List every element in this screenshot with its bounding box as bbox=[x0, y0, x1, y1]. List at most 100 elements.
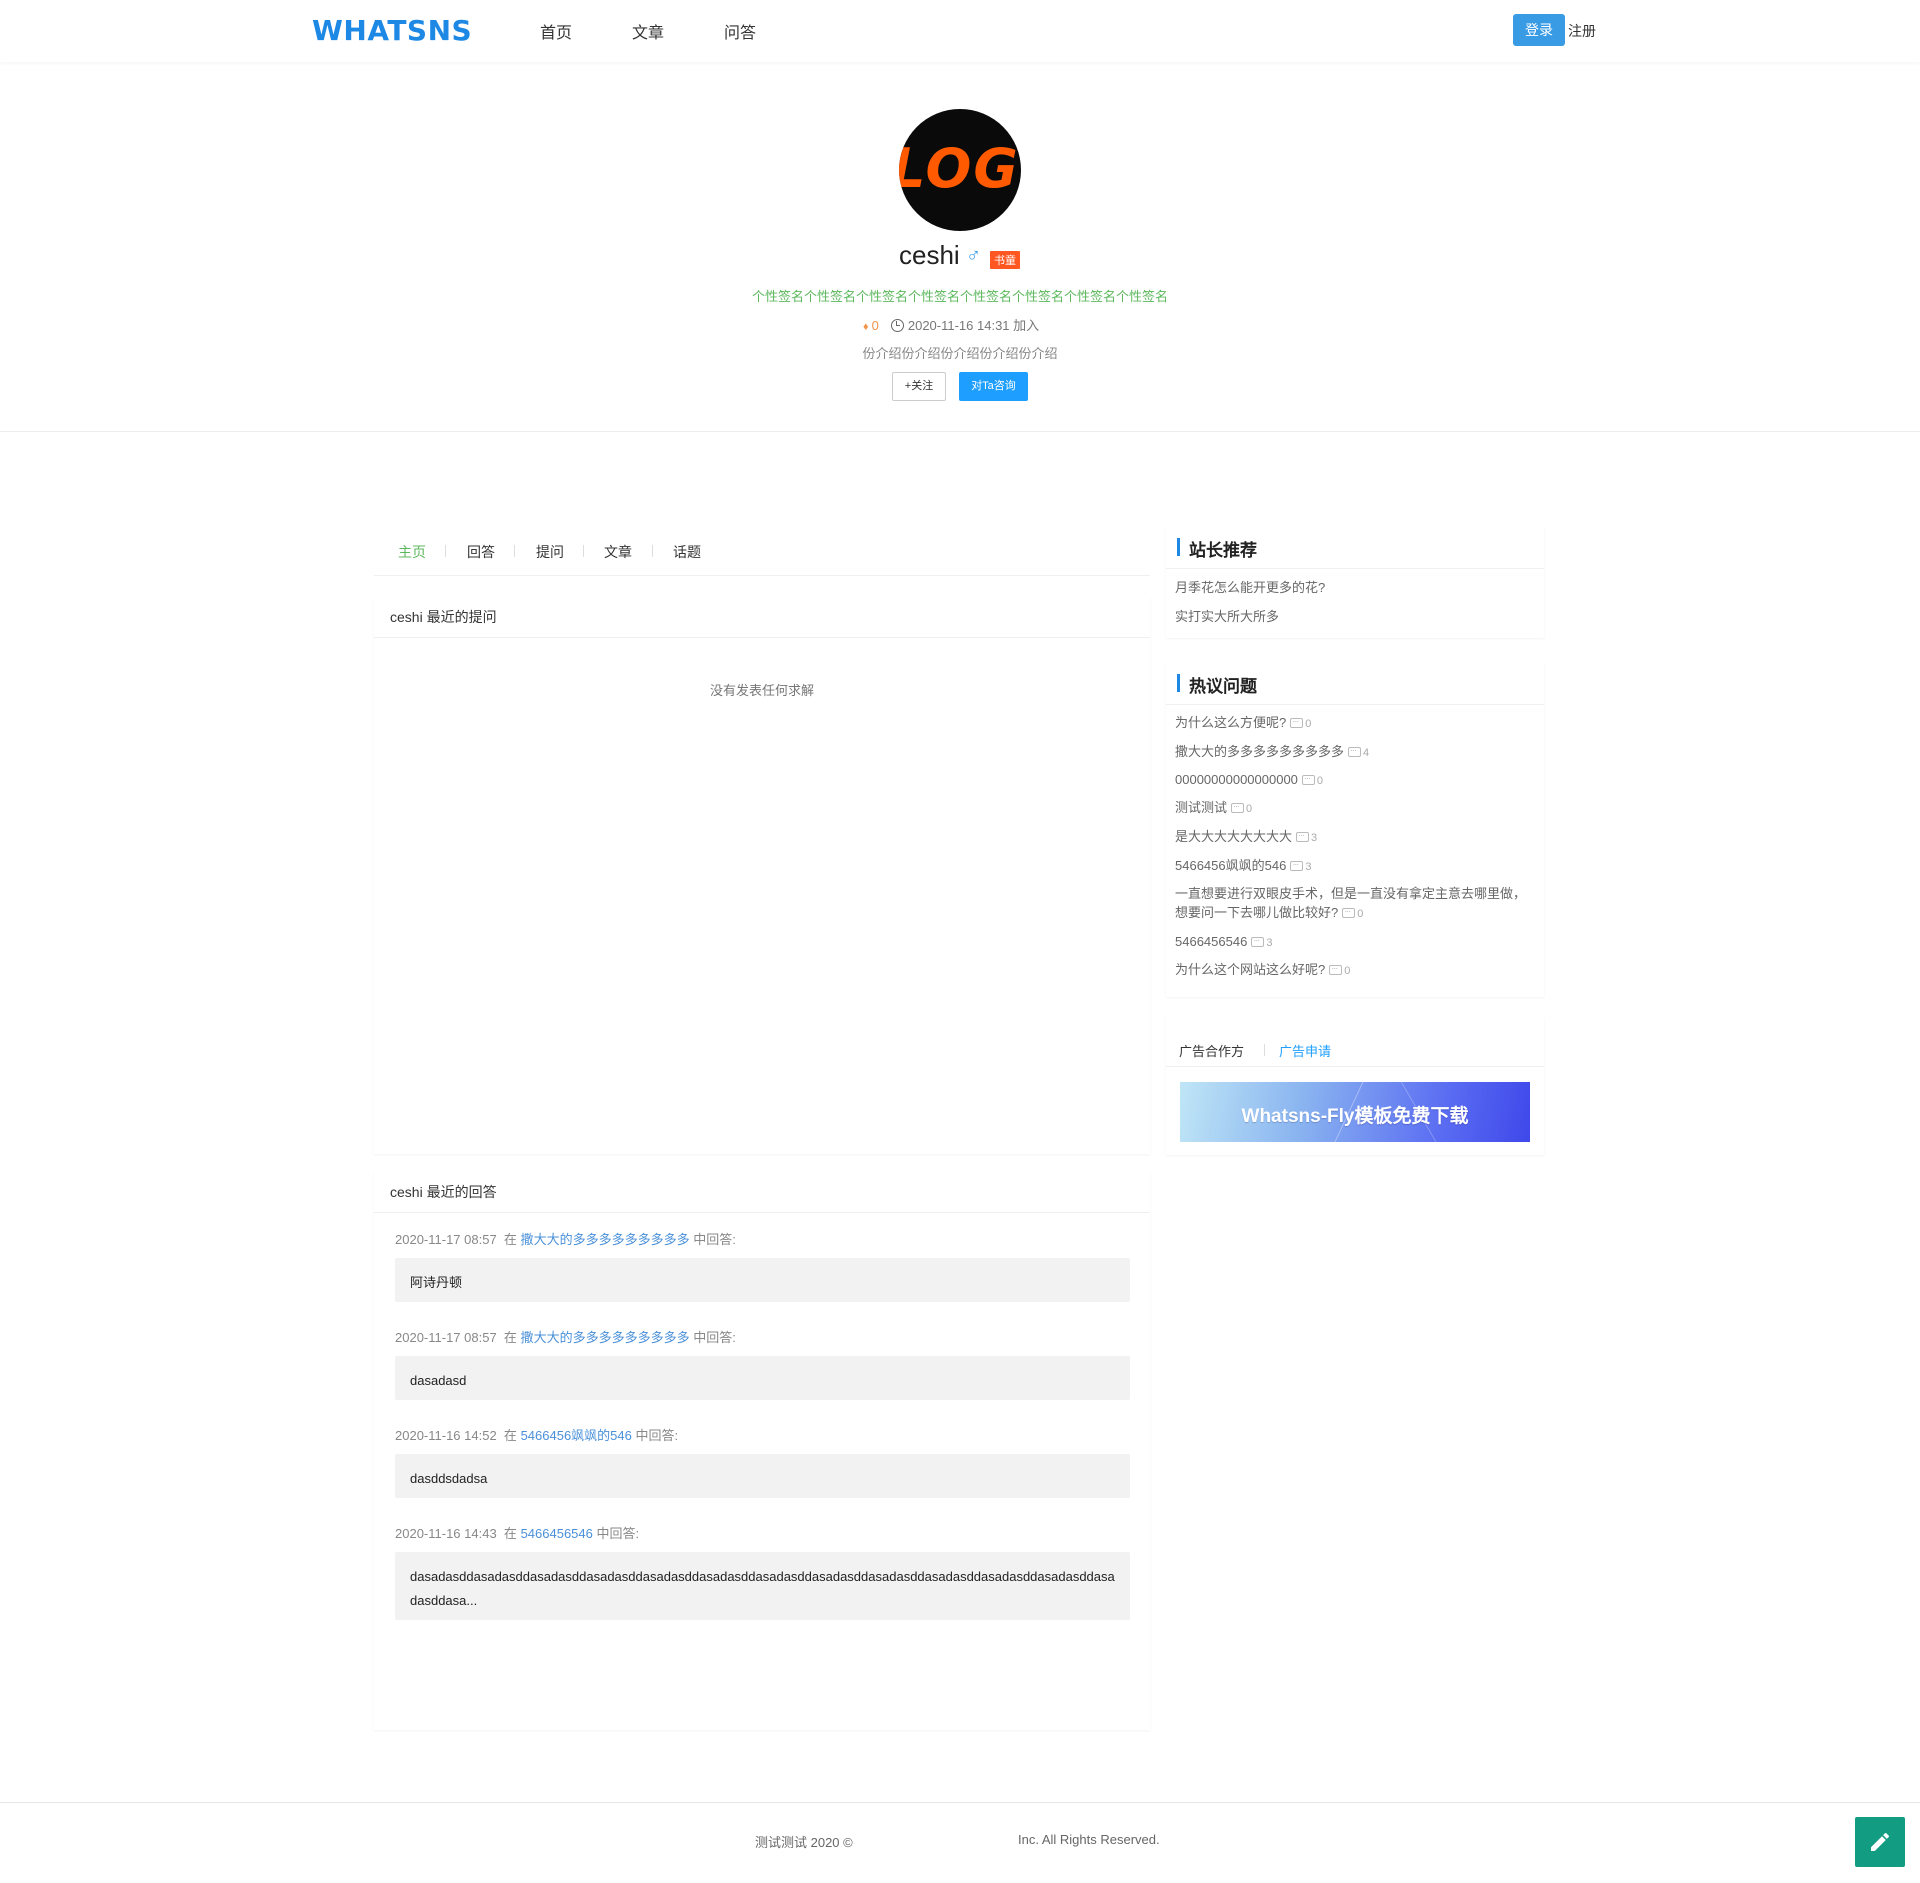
ad-apply-tab[interactable]: 广告申请 bbox=[1279, 1041, 1331, 1060]
recommend-item[interactable]: 实打实大所大所多 bbox=[1175, 606, 1279, 625]
profile-username: ceshi bbox=[899, 240, 960, 270]
answer-time: 2020-11-16 14:52 bbox=[395, 1428, 497, 1443]
widget-divider bbox=[1166, 704, 1544, 705]
profile-meta: ♦ 0 2020-11-16 14:31 加入 bbox=[863, 315, 1039, 334]
tab-answers[interactable]: 回答 bbox=[467, 542, 495, 562]
comment-icon bbox=[1231, 797, 1245, 816]
join-date: 2020-11-16 14:31 加入 bbox=[907, 318, 1040, 333]
answer-suffix: 中回答: bbox=[693, 1330, 736, 1345]
answer-time: 2020-11-17 08:57 bbox=[395, 1232, 497, 1247]
comment-icon bbox=[1348, 741, 1362, 760]
answer-content[interactable]: dasadasddasadasddasadasddasadasddasadasd… bbox=[395, 1552, 1130, 1620]
answer-content[interactable]: dasddsdadsa bbox=[395, 1454, 1130, 1498]
hot-question-title: 测试测试 bbox=[1175, 800, 1228, 815]
profile-divider bbox=[0, 431, 1920, 432]
edit-button[interactable] bbox=[1855, 1817, 1905, 1867]
avatar: LOGO bbox=[899, 109, 1021, 231]
hot-question-title: 撒大大的多多多多多多多多多 bbox=[1175, 744, 1345, 759]
gem-icon: ♦ bbox=[863, 321, 869, 333]
ad-partners-tab[interactable]: 广告合作方 bbox=[1179, 1041, 1244, 1060]
hot-question-title: 为什么这个网站这么好呢? bbox=[1175, 962, 1326, 977]
comment-count-value: 3 bbox=[1266, 937, 1273, 949]
recommend-item[interactable]: 月季花怎么能开更多的花? bbox=[1175, 577, 1325, 596]
comment-count: 0 bbox=[1290, 712, 1312, 731]
answer-question-link[interactable]: 5466456飒飒的546 bbox=[521, 1428, 632, 1443]
hot-question-item[interactable]: 是大大大大大大大大 3 bbox=[1175, 826, 1535, 848]
tab-separator bbox=[652, 545, 653, 557]
tab-topics[interactable]: 话题 bbox=[673, 542, 701, 562]
answer-content[interactable]: dasadasd bbox=[395, 1356, 1130, 1400]
comment-icon bbox=[1251, 931, 1265, 950]
comment-count-value: 0 bbox=[1305, 718, 1312, 730]
answer-meta: 2020-11-17 08:57 在 撒大大的多多多多多多多多多 中回答: bbox=[395, 1229, 736, 1248]
hot-question-item[interactable]: 000000000000000000 bbox=[1175, 769, 1535, 791]
footer-rights: Inc. All Rights Reserved. bbox=[1018, 1832, 1160, 1847]
hot-question-title: 00000000000000000 bbox=[1175, 772, 1298, 787]
comment-count-value: 3 bbox=[1311, 832, 1318, 844]
pencil-icon bbox=[1871, 1832, 1890, 1851]
login-button[interactable]: 登录 bbox=[1513, 14, 1565, 46]
comment-count-value: 0 bbox=[1316, 775, 1324, 787]
site-logo[interactable]: WHATSNS bbox=[312, 14, 472, 47]
widget-divider bbox=[1166, 568, 1544, 569]
hot-question-item[interactable]: 为什么这么方便呢? 0 bbox=[1175, 712, 1535, 734]
answer-meta: 2020-11-16 14:52 在 5466456飒飒的546 中回答: bbox=[395, 1425, 678, 1444]
nav-articles[interactable]: 文章 bbox=[632, 19, 664, 43]
nav-qa[interactable]: 问答 bbox=[724, 19, 756, 43]
comment-icon bbox=[1342, 902, 1356, 921]
ad-banner-text: Whatsns-Fly模板免费下载 bbox=[1241, 1106, 1469, 1127]
hot-question-item[interactable]: 5466456546 3 bbox=[1175, 931, 1535, 953]
comment-icon bbox=[1301, 769, 1315, 788]
comment-count: 3 bbox=[1251, 931, 1273, 950]
register-link[interactable]: 注册 bbox=[1568, 21, 1596, 41]
comment-count: 0 bbox=[1329, 959, 1351, 978]
tab-separator bbox=[445, 545, 446, 557]
comment-count: 0 bbox=[1342, 902, 1363, 921]
gem-count: 0 bbox=[871, 318, 879, 333]
answer-in-word: 在 bbox=[503, 1428, 517, 1443]
hot-question-item[interactable]: 撒大大的多多多多多多多多多 4 bbox=[1175, 741, 1535, 763]
hot-question-title: 5466456飒飒的546 bbox=[1175, 858, 1287, 873]
ad-widget: 广告合作方 广告申请 Whatsns-Fly模板免费下载 bbox=[1166, 1017, 1544, 1155]
recommend-title: 站长推荐 bbox=[1177, 536, 1257, 561]
hot-question-item[interactable]: 5466456飒飒的546 3 bbox=[1175, 855, 1535, 877]
answer-question-link[interactable]: 撒大大的多多多多多多多多多 bbox=[521, 1330, 690, 1345]
hot-question-title: 是大大大大大大大大 bbox=[1175, 829, 1293, 844]
top-header: WHATSNS 首页 文章 问答 登录 注册 bbox=[0, 0, 1920, 62]
profile-tabs: 主页 回答 提问 文章 话题 bbox=[374, 530, 1150, 576]
answer-question-link[interactable]: 撒大大的多多多多多多多多多 bbox=[521, 1232, 690, 1247]
answer-content[interactable]: 阿诗丹顿 bbox=[395, 1258, 1130, 1302]
recommend-widget: 站长推荐 月季花怎么能开更多的花? 实打实大所大所多 bbox=[1166, 526, 1544, 638]
comment-count: 3 bbox=[1296, 826, 1318, 845]
answer-suffix: 中回答: bbox=[635, 1428, 679, 1443]
profile-intro: 份介绍份介绍份介绍份介绍份介绍 bbox=[862, 346, 1058, 361]
answer-meta: 2020-11-17 08:57 在 撒大大的多多多多多多多多多 中回答: bbox=[395, 1327, 736, 1346]
comment-count: 4 bbox=[1348, 741, 1369, 760]
recent-questions-title: ceshi 最近的提问 bbox=[374, 596, 1150, 638]
answer-question-link[interactable]: 5466456546 bbox=[521, 1526, 593, 1541]
comment-count: 0 bbox=[1231, 797, 1253, 816]
comment-count-value: 0 bbox=[1246, 803, 1253, 815]
answer-in-word: 在 bbox=[503, 1232, 517, 1247]
tab-questions[interactable]: 提问 bbox=[536, 542, 564, 562]
nav-home[interactable]: 首页 bbox=[540, 19, 572, 43]
tab-articles[interactable]: 文章 bbox=[604, 542, 632, 562]
answer-time: 2020-11-17 08:57 bbox=[395, 1330, 497, 1345]
hot-question-item[interactable]: 一直想要进行双眼皮手术，但是一直没有拿定主意去哪里做，想要问一下去哪儿做比较好?… bbox=[1175, 884, 1535, 924]
follow-button[interactable]: +关注 bbox=[892, 372, 946, 401]
comment-icon bbox=[1296, 826, 1310, 845]
hot-question-item[interactable]: 测试测试 0 bbox=[1175, 797, 1535, 819]
profile-signature: 个性签名个性签名个性签名个性签名个性签名个性签名个性签名个性签名 bbox=[751, 289, 1168, 304]
comment-count-value: 0 bbox=[1344, 965, 1351, 977]
comment-icon bbox=[1329, 959, 1343, 978]
tab-home[interactable]: 主页 bbox=[398, 542, 426, 562]
ad-banner[interactable]: Whatsns-Fly模板免费下载 bbox=[1180, 1082, 1530, 1142]
hot-questions-title: 热议问题 bbox=[1177, 672, 1257, 697]
recent-questions-panel: ceshi 最近的提问 没有发表任何求解 bbox=[374, 596, 1150, 1154]
answer-in-word: 在 bbox=[503, 1526, 517, 1541]
consult-button[interactable]: 对Ta咨询 bbox=[959, 372, 1028, 401]
hot-question-item[interactable]: 为什么这个网站这么好呢? 0 bbox=[1175, 959, 1535, 981]
avatar-logo-text: LOGO bbox=[899, 137, 1021, 200]
hot-question-title: 为什么这么方便呢? bbox=[1175, 715, 1287, 730]
footer-copyright: 测试测试 2020 © bbox=[755, 1835, 853, 1850]
